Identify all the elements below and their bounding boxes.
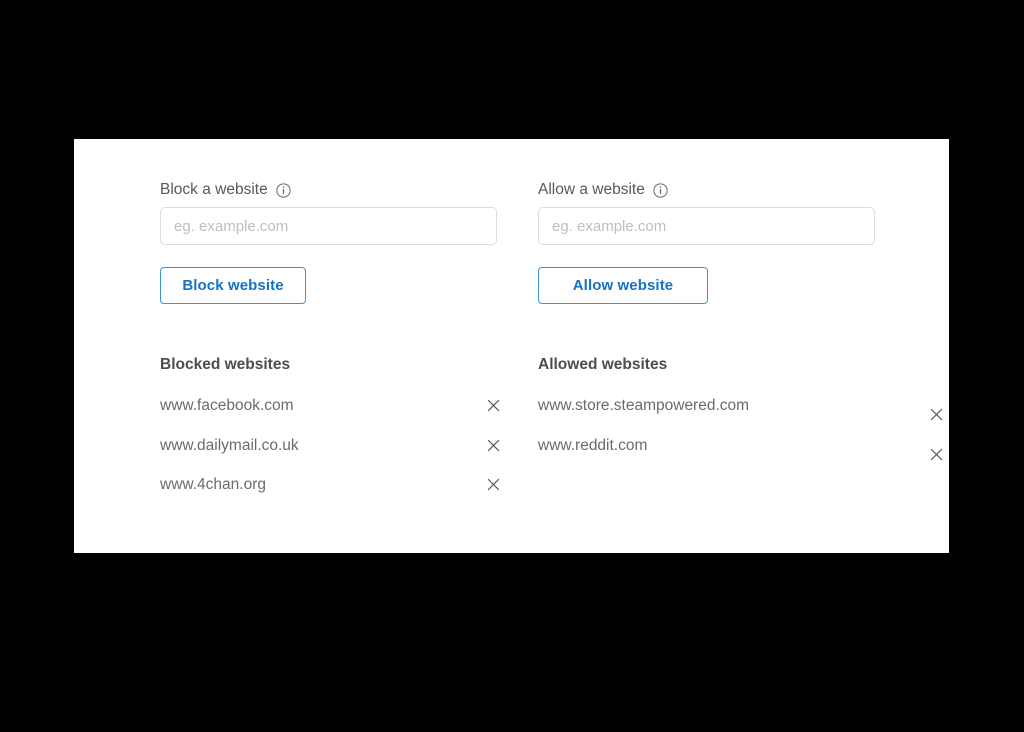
- allowed-site-name: www.reddit.com: [538, 436, 648, 454]
- website-filter-card: Block a website Block website Blocked we…: [74, 139, 949, 553]
- blocked-site-name: www.facebook.com: [160, 397, 294, 414]
- allowed-websites-list: www.store.steampowered.com www.reddit.co…: [538, 397, 943, 477]
- blocked-site-name: www.4chan.org: [160, 476, 266, 493]
- allow-website-label: Allow a website: [538, 181, 668, 199]
- allow-website-button[interactable]: Allow website: [538, 267, 708, 304]
- blocked-websites-list: www.facebook.com www.dailymail.co.uk www…: [160, 397, 500, 516]
- list-item: www.store.steampowered.com: [538, 397, 943, 437]
- allowed-websites-heading: Allowed websites: [538, 356, 668, 373]
- blocked-websites-heading: Blocked websites: [160, 356, 291, 373]
- allowed-site-name: www.store.steampowered.com: [538, 397, 750, 414]
- close-icon[interactable]: [929, 447, 944, 462]
- close-icon[interactable]: [486, 398, 501, 413]
- block-website-label-text: Block a website: [160, 181, 268, 198]
- allow-website-input[interactable]: [538, 207, 875, 245]
- allow-website-label-text: Allow a website: [538, 181, 645, 198]
- close-icon[interactable]: [929, 407, 944, 422]
- info-circle-icon[interactable]: [276, 182, 291, 198]
- list-item: www.reddit.com: [538, 436, 943, 477]
- block-website-button[interactable]: Block website: [160, 267, 306, 304]
- info-circle-icon[interactable]: [653, 182, 668, 198]
- close-icon[interactable]: [486, 477, 501, 492]
- list-item: www.dailymail.co.uk: [160, 437, 500, 477]
- blocked-site-name: www.dailymail.co.uk: [160, 436, 299, 454]
- close-icon[interactable]: [486, 438, 501, 453]
- block-website-input[interactable]: [160, 207, 497, 245]
- block-website-label: Block a website: [160, 181, 291, 199]
- list-item: www.4chan.org: [160, 476, 500, 516]
- list-item: www.facebook.com: [160, 397, 500, 437]
